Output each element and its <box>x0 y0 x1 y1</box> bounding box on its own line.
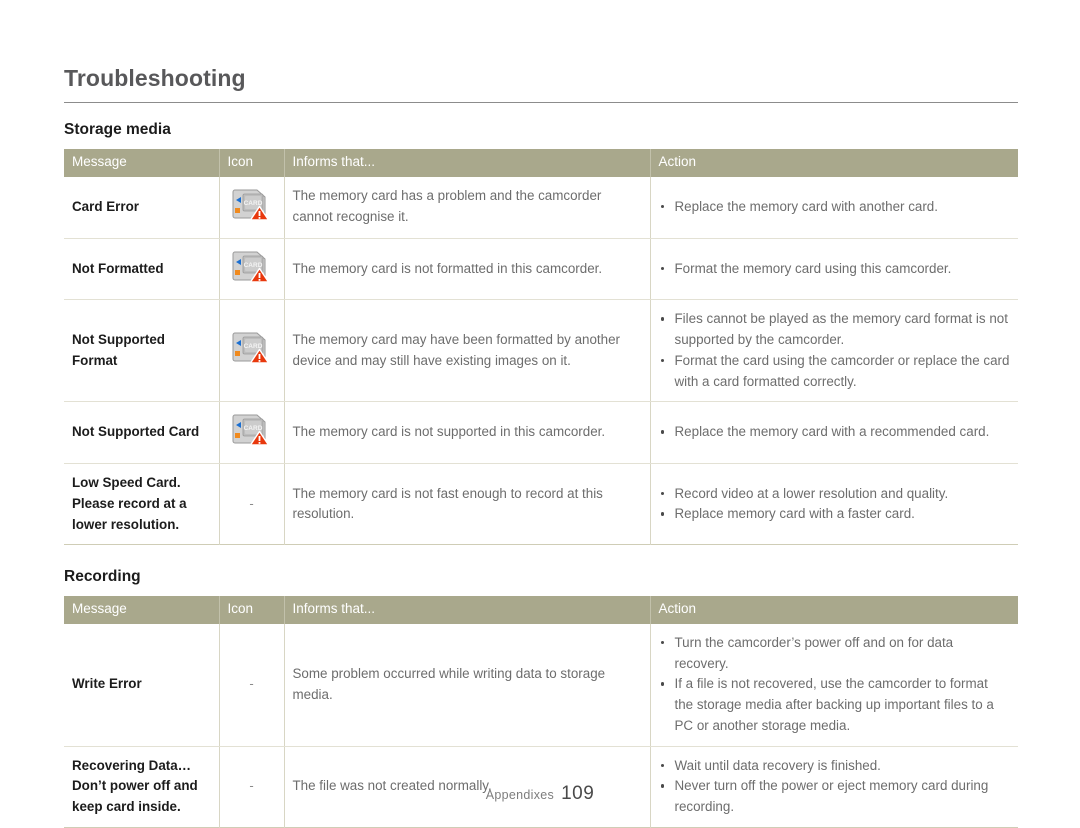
table-header-row: Message Icon Informs that... Action <box>64 148 1018 177</box>
action-cell: Turn the camcorder’s power off and on fo… <box>650 623 1018 747</box>
message-text: Write Error <box>64 623 220 747</box>
icon-cell: CARD <box>219 401 285 465</box>
action-item: Files cannot be played as the memory car… <box>659 309 1011 351</box>
action-item: Record video at a lower resolution and q… <box>659 484 1011 505</box>
section-heading-storage-media: Storage media <box>64 121 171 139</box>
action-item: Format the memory card using this camcor… <box>659 259 1011 280</box>
page-footer: Appendixes 109 <box>0 783 1080 805</box>
action-item: Replace memory card with a faster card. <box>659 504 1011 525</box>
no-icon-dash: - <box>249 676 254 692</box>
message-text: Not Supported Format <box>64 299 220 403</box>
table-row: Card Error CARD The memory card has a pr… <box>64 176 1018 239</box>
column-header-icon: Icon <box>219 596 285 624</box>
storage-media-table: Message Icon Informs that... Action Card… <box>64 148 1018 546</box>
table-row: Write Error - Some problem occurred whil… <box>64 623 1018 747</box>
column-header-action: Action <box>650 148 1018 177</box>
action-item: Replace the memory card with a recommend… <box>659 422 1011 443</box>
page-number: 109 <box>561 783 595 804</box>
column-header-informs: Informs that... <box>284 596 651 624</box>
icon-cell: CARD <box>219 299 285 403</box>
informs-text: The memory card is not supported in this… <box>284 401 651 465</box>
informs-text: The memory card may have been formatted … <box>284 299 651 403</box>
page-content: Troubleshooting Storage media Message Ic… <box>64 0 1018 828</box>
table-row: Not Supported Card CARD The memory card … <box>64 401 1018 465</box>
action-cell: Record video at a lower resolution and q… <box>650 464 1018 545</box>
column-header-icon: Icon <box>219 148 285 177</box>
action-cell: Files cannot be played as the memory car… <box>650 299 1018 403</box>
action-list: Replace the memory card with a recommend… <box>659 422 1011 443</box>
memory-card-warning-icon: CARD <box>230 248 274 284</box>
icon-cell: - <box>219 463 285 545</box>
document-page: Troubleshooting Storage media Message Ic… <box>0 0 1080 828</box>
action-item: Wait until data recovery is finished. <box>659 756 1011 777</box>
action-cell: Replace the memory card with another car… <box>650 176 1018 239</box>
table-row: Not Supported Format CARD The memory car… <box>64 299 1018 403</box>
memory-card-warning-icon: CARD <box>230 411 274 447</box>
action-list: Replace the memory card with another car… <box>659 197 1011 218</box>
table-row: Low Speed Card. Please record at a lower… <box>64 463 1018 545</box>
icon-cell: CARD <box>219 176 285 239</box>
action-list: Turn the camcorder’s power off and on fo… <box>659 633 1011 737</box>
action-list: Record video at a lower resolution and q… <box>659 484 1011 526</box>
table-header-row: Message Icon Informs that... Action <box>64 596 1018 624</box>
informs-text: The memory card has a problem and the ca… <box>284 176 651 239</box>
informs-text: Some problem occurred while writing data… <box>284 623 651 747</box>
action-item: Format the card using the camcorder or r… <box>659 351 1011 393</box>
no-icon-dash: - <box>249 495 254 511</box>
message-text: Not Supported Card <box>64 401 220 465</box>
memory-card-warning-icon: CARD <box>230 329 274 365</box>
message-text: Low Speed Card. Please record at a lower… <box>64 463 220 545</box>
informs-text: The memory card is not formatted in this… <box>284 238 651 301</box>
action-cell: Replace the memory card with a recommend… <box>650 401 1018 465</box>
memory-card-warning-icon: CARD <box>230 186 274 222</box>
table-row: Not Formatted CARD The memory card is no… <box>64 238 1018 301</box>
icon-cell: CARD <box>219 238 285 301</box>
column-header-message: Message <box>64 596 220 624</box>
action-list: Files cannot be played as the memory car… <box>659 309 1011 392</box>
section-heading-recording: Recording <box>64 568 141 586</box>
column-header-informs: Informs that... <box>284 148 651 177</box>
column-header-message: Message <box>64 148 220 177</box>
message-text: Card Error <box>64 176 220 239</box>
icon-cell: - <box>219 623 285 747</box>
action-item: If a file is not recovered, use the camc… <box>659 674 1011 736</box>
action-list: Format the memory card using this camcor… <box>659 259 1011 280</box>
column-header-action: Action <box>650 596 1018 624</box>
message-text: Not Formatted <box>64 238 220 301</box>
action-item: Replace the memory card with another car… <box>659 197 1011 218</box>
informs-text: The memory card is not fast enough to re… <box>284 463 651 545</box>
footer-label: Appendixes <box>485 788 555 802</box>
action-cell: Format the memory card using this camcor… <box>650 238 1018 301</box>
page-title: Troubleshooting <box>64 65 246 91</box>
action-item: Turn the camcorder’s power off and on fo… <box>659 633 1011 675</box>
